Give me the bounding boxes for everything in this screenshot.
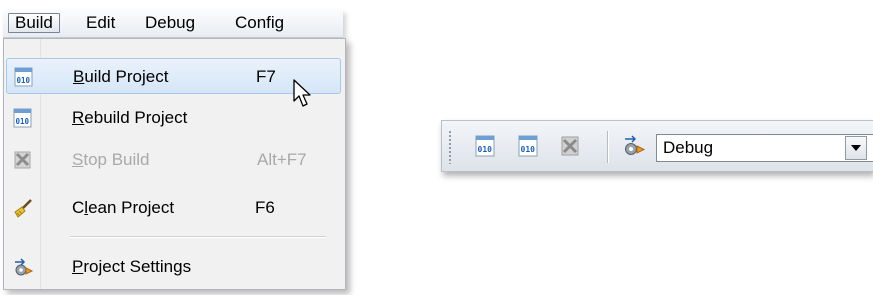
toolbar-grip-handle[interactable] [448, 130, 452, 164]
stop-build-icon [14, 151, 31, 169]
menu-item-project-settings[interactable]: Project Settings [6, 249, 341, 285]
menu-item-rebuild-project[interactable]: 010 Rebuild Project [6, 100, 341, 136]
shortcut-label: F6 [255, 198, 275, 217]
rebuild-project-icon[interactable]: 010 [516, 134, 540, 158]
configuration-dropdown[interactable]: Debug [656, 134, 873, 162]
svg-text:010: 010 [521, 145, 536, 154]
menu-item-clean-project[interactable]: Clean Project F6 [6, 190, 341, 226]
menu-config[interactable]: Config [229, 13, 290, 33]
svg-text:010: 010 [478, 145, 493, 154]
menu-item-label: Stop Build [72, 150, 150, 169]
shortcut-label: Alt+F7 [257, 150, 307, 169]
mouse-cursor-icon [293, 79, 311, 107]
stop-build-icon[interactable] [558, 134, 582, 158]
build-menu-window: Build Edit Debug Config 010 Build Projec… [0, 0, 352, 295]
menu-debug[interactable]: Debug [139, 13, 201, 33]
menu-item-build-project[interactable]: 010 Build Project F7 [6, 58, 341, 94]
dropdown-arrow-button[interactable] [845, 136, 867, 160]
menu-item-label: Build Project [73, 67, 169, 86]
menu-item-stop-build[interactable]: Stop Build Alt+F7 [6, 142, 341, 178]
toolbar-separator [607, 131, 609, 163]
shortcut-label: F7 [256, 67, 276, 86]
svg-text:010: 010 [16, 117, 30, 126]
build-project-icon[interactable]: 010 [473, 134, 497, 158]
menu-separator [70, 236, 326, 238]
menu-bar: Build Edit Debug Config [3, 10, 343, 38]
menu-item-label: Clean Project [72, 198, 175, 217]
configuration-icon [625, 135, 646, 155]
menu-edit[interactable]: Edit [80, 13, 121, 33]
configuration-value: Debug [663, 138, 714, 157]
build-dropdown-menu: 010 Build Project F7 010 Rebuild Project… [3, 38, 346, 290]
build-project-icon: 010 [14, 67, 33, 87]
menu-item-label: Rebuild Project [72, 108, 188, 127]
svg-text:010: 010 [17, 76, 31, 85]
build-toolbar: 010 010 Debug [441, 120, 873, 172]
project-settings-icon [15, 258, 34, 276]
menu-build[interactable]: Build [8, 13, 60, 33]
menu-item-label: Project Settings [72, 257, 192, 276]
broom-icon [14, 199, 32, 218]
rebuild-project-icon: 010 [13, 108, 32, 128]
